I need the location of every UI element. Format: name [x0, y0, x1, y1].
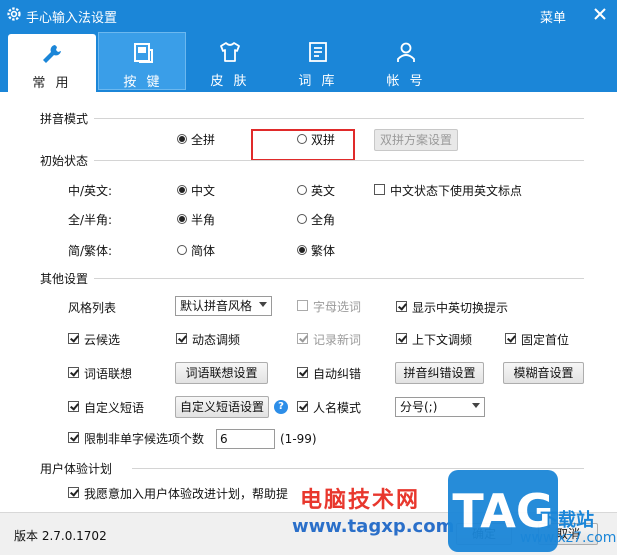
- checkbox-letter-select-label: 字母选词: [313, 300, 362, 314]
- close-icon[interactable]: [590, 4, 610, 24]
- checkbox-join-ux-plan-label: 我愿意加入用户体验改进计划，帮助提: [84, 487, 289, 501]
- style-list-select[interactable]: 默认拼音风格: [175, 296, 272, 316]
- radio-half-width[interactable]: [177, 214, 187, 224]
- style-list-value: 默认拼音风格: [180, 299, 253, 313]
- checkbox-cn-en-punct[interactable]: [374, 184, 385, 195]
- title-bar: 手心输入法设置 菜单: [0, 0, 617, 30]
- checkbox-cloud-candidate-label: 云候选: [84, 333, 121, 347]
- checkbox-join-ux-plan[interactable]: [68, 487, 79, 498]
- checkbox-context-freq-label: 上下文调频: [412, 333, 473, 347]
- tab-keys[interactable]: 按 键: [98, 32, 186, 90]
- radio-simplified-label: 简体: [191, 244, 216, 258]
- custom-phrase-settings-button[interactable]: 自定义短语设置: [175, 396, 269, 418]
- checkbox-limit-candidates[interactable]: [68, 432, 79, 443]
- checkbox-word-assoc-label: 词语联想: [84, 367, 133, 381]
- tab-lexicon[interactable]: 词 库: [274, 32, 362, 90]
- style-list-label: 风格列表: [68, 301, 117, 315]
- tab-label: 帐 号: [386, 74, 426, 89]
- watermark-download-site: 下载站: [540, 510, 594, 531]
- section-user-experience: 用户体验计划: [40, 462, 113, 476]
- section-initial-state: 初始状态: [40, 154, 89, 168]
- checkbox-dynamic-freq[interactable]: [176, 333, 187, 344]
- radio-simplified[interactable]: [177, 245, 187, 255]
- wrench-icon: [43, 45, 61, 63]
- settings-window: 手心输入法设置 菜单 常 用 按 键 皮 肤 词 库 帐 号 拼音模式 全拼 双…: [0, 0, 617, 555]
- keyboard-icon: [134, 43, 153, 63]
- section-pinyin-mode: 拼音模式: [40, 112, 89, 126]
- watermark-download-url: www.xz7.com: [520, 530, 617, 546]
- person-icon: [397, 42, 415, 62]
- width-label: 全/半角:: [68, 213, 113, 227]
- section-other-settings: 其他设置: [40, 272, 89, 286]
- checkbox-record-new-words-label: 记录新词: [313, 333, 362, 347]
- tab-account[interactable]: 帐 号: [362, 32, 450, 90]
- checkbox-show-cn-en-hint-label: 显示中英切换提示: [412, 301, 509, 315]
- radio-english[interactable]: [297, 185, 307, 195]
- tab-bar: 常 用 按 键 皮 肤 词 库 帐 号: [0, 30, 617, 92]
- radio-half-width-label: 半角: [191, 213, 216, 227]
- name-mode-select[interactable]: 分号(;): [395, 397, 485, 417]
- checkbox-name-mode-label: 人名模式: [313, 401, 362, 415]
- script-label: 简/繁体:: [68, 244, 113, 258]
- checkbox-custom-phrase-label: 自定义短语: [84, 401, 145, 415]
- gear-icon: [7, 7, 21, 21]
- radio-traditional[interactable]: [297, 245, 307, 255]
- word-assoc-settings-button[interactable]: 词语联想设置: [175, 362, 268, 384]
- cn-en-label: 中/英文:: [68, 184, 113, 198]
- radio-traditional-label: 繁体: [311, 244, 336, 258]
- menu-button[interactable]: 菜单: [540, 7, 566, 26]
- radio-full-pinyin-label: 全拼: [191, 133, 216, 147]
- limit-candidates-input[interactable]: 6: [216, 429, 275, 449]
- tab-skin[interactable]: 皮 肤: [186, 32, 274, 90]
- checkbox-auto-correct-label: 自动纠错: [313, 367, 362, 381]
- tab-label: 皮 肤: [210, 74, 250, 89]
- radio-full-width-label: 全角: [311, 213, 336, 227]
- divider: [132, 468, 584, 469]
- chevron-down-icon: [472, 403, 480, 408]
- radio-chinese-label: 中文: [191, 184, 216, 198]
- fuzzy-sound-settings-button[interactable]: 模糊音设置: [503, 362, 584, 384]
- checkbox-show-cn-en-hint[interactable]: [396, 301, 407, 312]
- checkbox-letter-select[interactable]: [297, 300, 308, 311]
- checkbox-dynamic-freq-label: 动态调频: [192, 333, 241, 347]
- watermark-site-name: 电脑技术网: [300, 488, 421, 513]
- watermark-site-url: www.tagxp.com: [292, 516, 455, 537]
- pinyin-correct-settings-button[interactable]: 拼音纠错设置: [395, 362, 484, 384]
- checkbox-name-mode[interactable]: [297, 401, 308, 412]
- tab-label: 按 键: [123, 75, 163, 90]
- limit-range-hint: (1-99): [280, 432, 317, 446]
- radio-english-label: 英文: [311, 184, 336, 198]
- chevron-down-icon: [259, 302, 267, 307]
- checkbox-fixed-first-label: 固定首位: [521, 333, 570, 347]
- checkbox-record-new-words[interactable]: [297, 333, 308, 344]
- checkbox-cloud-candidate[interactable]: [68, 333, 79, 344]
- radio-chinese[interactable]: [177, 185, 187, 195]
- checkbox-context-freq[interactable]: [396, 333, 407, 344]
- shirt-icon: [220, 42, 240, 62]
- tab-label: 常 用: [32, 76, 72, 91]
- tab-label: 词 库: [298, 74, 338, 89]
- name-mode-value: 分号(;): [400, 400, 438, 414]
- version-label: 版本 2.7.0.1702: [14, 529, 107, 543]
- divider: [94, 160, 584, 161]
- checkbox-custom-phrase[interactable]: [68, 401, 79, 412]
- divider: [94, 118, 584, 119]
- checkbox-auto-correct[interactable]: [297, 367, 308, 378]
- double-pinyin-scheme-button[interactable]: 双拼方案设置: [374, 129, 458, 151]
- checkbox-word-assoc[interactable]: [68, 367, 79, 378]
- highlight-box: [251, 129, 355, 161]
- help-icon[interactable]: ?: [274, 400, 288, 414]
- checkbox-fixed-first[interactable]: [505, 333, 516, 344]
- window-title: 手心输入法设置: [26, 11, 118, 26]
- divider: [94, 278, 584, 279]
- radio-full-width[interactable]: [297, 214, 307, 224]
- radio-full-pinyin[interactable]: [177, 134, 187, 144]
- tab-common[interactable]: 常 用: [8, 34, 96, 92]
- checkbox-limit-candidates-label: 限制非单字候选项个数: [84, 432, 205, 446]
- document-icon: [309, 42, 327, 62]
- checkbox-cn-en-punct-label: 中文状态下使用英文标点: [390, 184, 523, 198]
